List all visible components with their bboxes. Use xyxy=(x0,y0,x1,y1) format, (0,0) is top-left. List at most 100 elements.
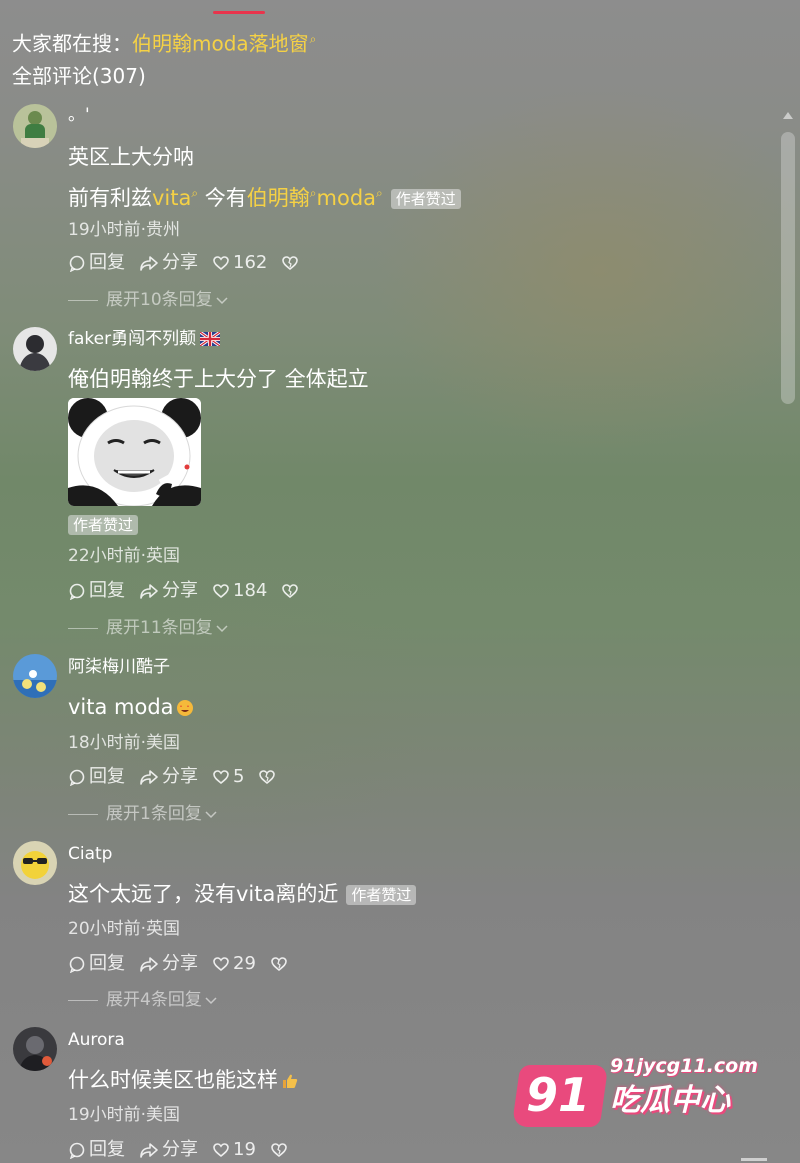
active-tab-indicator xyxy=(213,11,265,14)
search-link[interactable]: moda xyxy=(317,186,377,210)
avatar[interactable] xyxy=(13,104,57,148)
search-link[interactable]: vita xyxy=(152,186,191,210)
broken-heart-icon xyxy=(271,1143,287,1158)
share-button[interactable]: 分享 xyxy=(139,1138,198,1162)
avatar[interactable] xyxy=(13,327,57,371)
like-button[interactable]: 162 xyxy=(212,251,267,275)
dislike-button[interactable] xyxy=(270,1141,291,1159)
comment-text-segment: 今有 xyxy=(198,186,247,210)
comment-meta: 19小时前·贵州 xyxy=(68,220,181,240)
search-suggestion-prefix: 大家都在搜： xyxy=(12,31,132,56)
share-button[interactable]: 分享 xyxy=(139,579,198,603)
comment-bubble-icon xyxy=(69,769,85,786)
author-liked-badge: 作者赞过 xyxy=(390,189,461,209)
comment-meta: 20小时前·英国 xyxy=(68,919,181,939)
heart-icon xyxy=(213,1143,229,1158)
author-liked-row: 作者赞过 xyxy=(68,514,139,535)
comment-meta: 22小时前·英国 xyxy=(68,546,181,566)
share-button[interactable]: 分享 xyxy=(139,251,198,275)
comment-meta: 19小时前·美国 xyxy=(68,1105,181,1125)
broken-heart-icon xyxy=(282,256,299,271)
reply-button[interactable]: 回复 xyxy=(68,579,125,603)
author-liked-badge: 作者赞过 xyxy=(68,514,139,535)
comment-text-line: 这个太远了，没有vita离的近 作者赞过 xyxy=(68,879,417,909)
heart-icon xyxy=(213,584,229,599)
comment-actions: 回复 分享 19 xyxy=(68,1138,305,1162)
search-suggestion[interactable]: 大家都在搜：伯明翰moda落地窗⌕ xyxy=(12,25,316,58)
dislike-button[interactable] xyxy=(270,955,291,973)
search-link[interactable]: 伯明翰 xyxy=(247,186,310,210)
comment-text-line: 俺伯明翰终于上大分了 全体起立 xyxy=(68,367,369,391)
author-liked-badge: 作者赞过 xyxy=(346,885,417,905)
like-button[interactable]: 29 xyxy=(212,952,256,976)
dislike-button[interactable] xyxy=(258,768,279,786)
dislike-button[interactable] xyxy=(281,254,302,272)
site-watermark: 91 91jycg11.com 吃瓜中心 xyxy=(511,1051,758,1136)
reply-button[interactable]: 回复 xyxy=(68,765,125,789)
expand-replies-button[interactable]: 展开1条回复 xyxy=(68,803,217,825)
thumbs-up-emoji xyxy=(283,1074,298,1088)
expand-replies-button[interactable]: 展开10条回复 xyxy=(68,289,228,311)
expand-replies-button[interactable]: 展开11条回复 xyxy=(68,617,228,639)
divider xyxy=(68,627,98,629)
search-icon: ⌕ xyxy=(376,186,383,200)
reply-button[interactable]: 回复 xyxy=(68,952,125,976)
share-arrow-icon xyxy=(140,1143,158,1158)
chevron-down-icon xyxy=(216,297,228,305)
scroll-up-arrow-icon[interactable] xyxy=(783,112,793,119)
broken-heart-icon xyxy=(271,957,287,972)
like-button[interactable]: 184 xyxy=(212,579,267,603)
comment-text-line: vita moda xyxy=(68,692,194,722)
comment-meta: 18小时前·美国 xyxy=(68,733,181,753)
avatar[interactable] xyxy=(13,841,57,885)
comment-username[interactable]: Aurora xyxy=(68,1029,125,1051)
like-count: 162 xyxy=(233,252,268,273)
like-button[interactable]: 5 xyxy=(212,765,244,789)
comment-actions: 回复 分享 162 xyxy=(68,251,316,275)
comment-username[interactable]: 。' xyxy=(68,104,90,126)
panda-meme-sticker[interactable] xyxy=(68,398,201,506)
comment-text-line: 英区上大分呐 xyxy=(68,145,194,169)
avatar[interactable] xyxy=(13,654,57,698)
comment-actions: 回复 分享 184 xyxy=(68,579,316,603)
avatar[interactable] xyxy=(13,1027,57,1071)
comment-actions: 回复 分享 29 xyxy=(68,952,305,976)
comment-username[interactable]: faker勇闯不列颠 xyxy=(68,328,221,350)
comment-bubble-icon xyxy=(69,255,85,272)
comment-username[interactable]: 阿柒梅川酷子 xyxy=(68,656,170,678)
share-arrow-icon xyxy=(140,957,158,972)
comment-username[interactable]: Ciatp xyxy=(68,843,112,865)
scrollbar-thumb[interactable] xyxy=(781,132,795,404)
comment-bubble-icon xyxy=(69,956,85,973)
broken-heart-icon xyxy=(259,770,276,785)
broken-heart-icon xyxy=(282,584,299,599)
chevron-down-icon xyxy=(216,625,228,633)
heart-icon xyxy=(213,770,229,785)
comment-text-segment: 前有利兹 xyxy=(68,186,152,210)
dislike-button[interactable] xyxy=(281,582,302,600)
reply-button[interactable]: 回复 xyxy=(68,251,125,275)
like-count: 29 xyxy=(233,953,256,974)
uk-flag-icon xyxy=(200,332,221,346)
all-comments-heading: 全部评论(307) xyxy=(12,64,146,88)
reply-button[interactable]: 回复 xyxy=(68,1138,125,1162)
share-button[interactable]: 分享 xyxy=(139,765,198,789)
share-arrow-icon xyxy=(140,256,158,271)
like-count: 184 xyxy=(233,580,268,601)
divider xyxy=(68,999,98,1001)
share-arrow-icon xyxy=(140,584,158,599)
comment-text-line: 前有利兹vita⌕ 今有伯明翰⌕moda⌕ 作者赞过 xyxy=(68,178,461,213)
like-count: 5 xyxy=(233,766,245,787)
watermark-url: 91jycg11.com xyxy=(610,1055,758,1077)
heart-icon xyxy=(213,957,229,972)
search-suggestion-term[interactable]: 伯明翰moda落地窗 xyxy=(132,32,309,56)
share-arrow-icon xyxy=(140,770,158,785)
expand-replies-button[interactable]: 展开4条回复 xyxy=(68,989,217,1011)
share-button[interactable]: 分享 xyxy=(139,952,198,976)
search-icon: ⌕ xyxy=(309,32,317,46)
like-button[interactable]: 19 xyxy=(212,1138,256,1162)
search-icon: ⌕ xyxy=(309,186,317,200)
heart-icon xyxy=(213,256,229,271)
chevron-down-icon xyxy=(205,997,217,1005)
divider xyxy=(68,813,98,815)
